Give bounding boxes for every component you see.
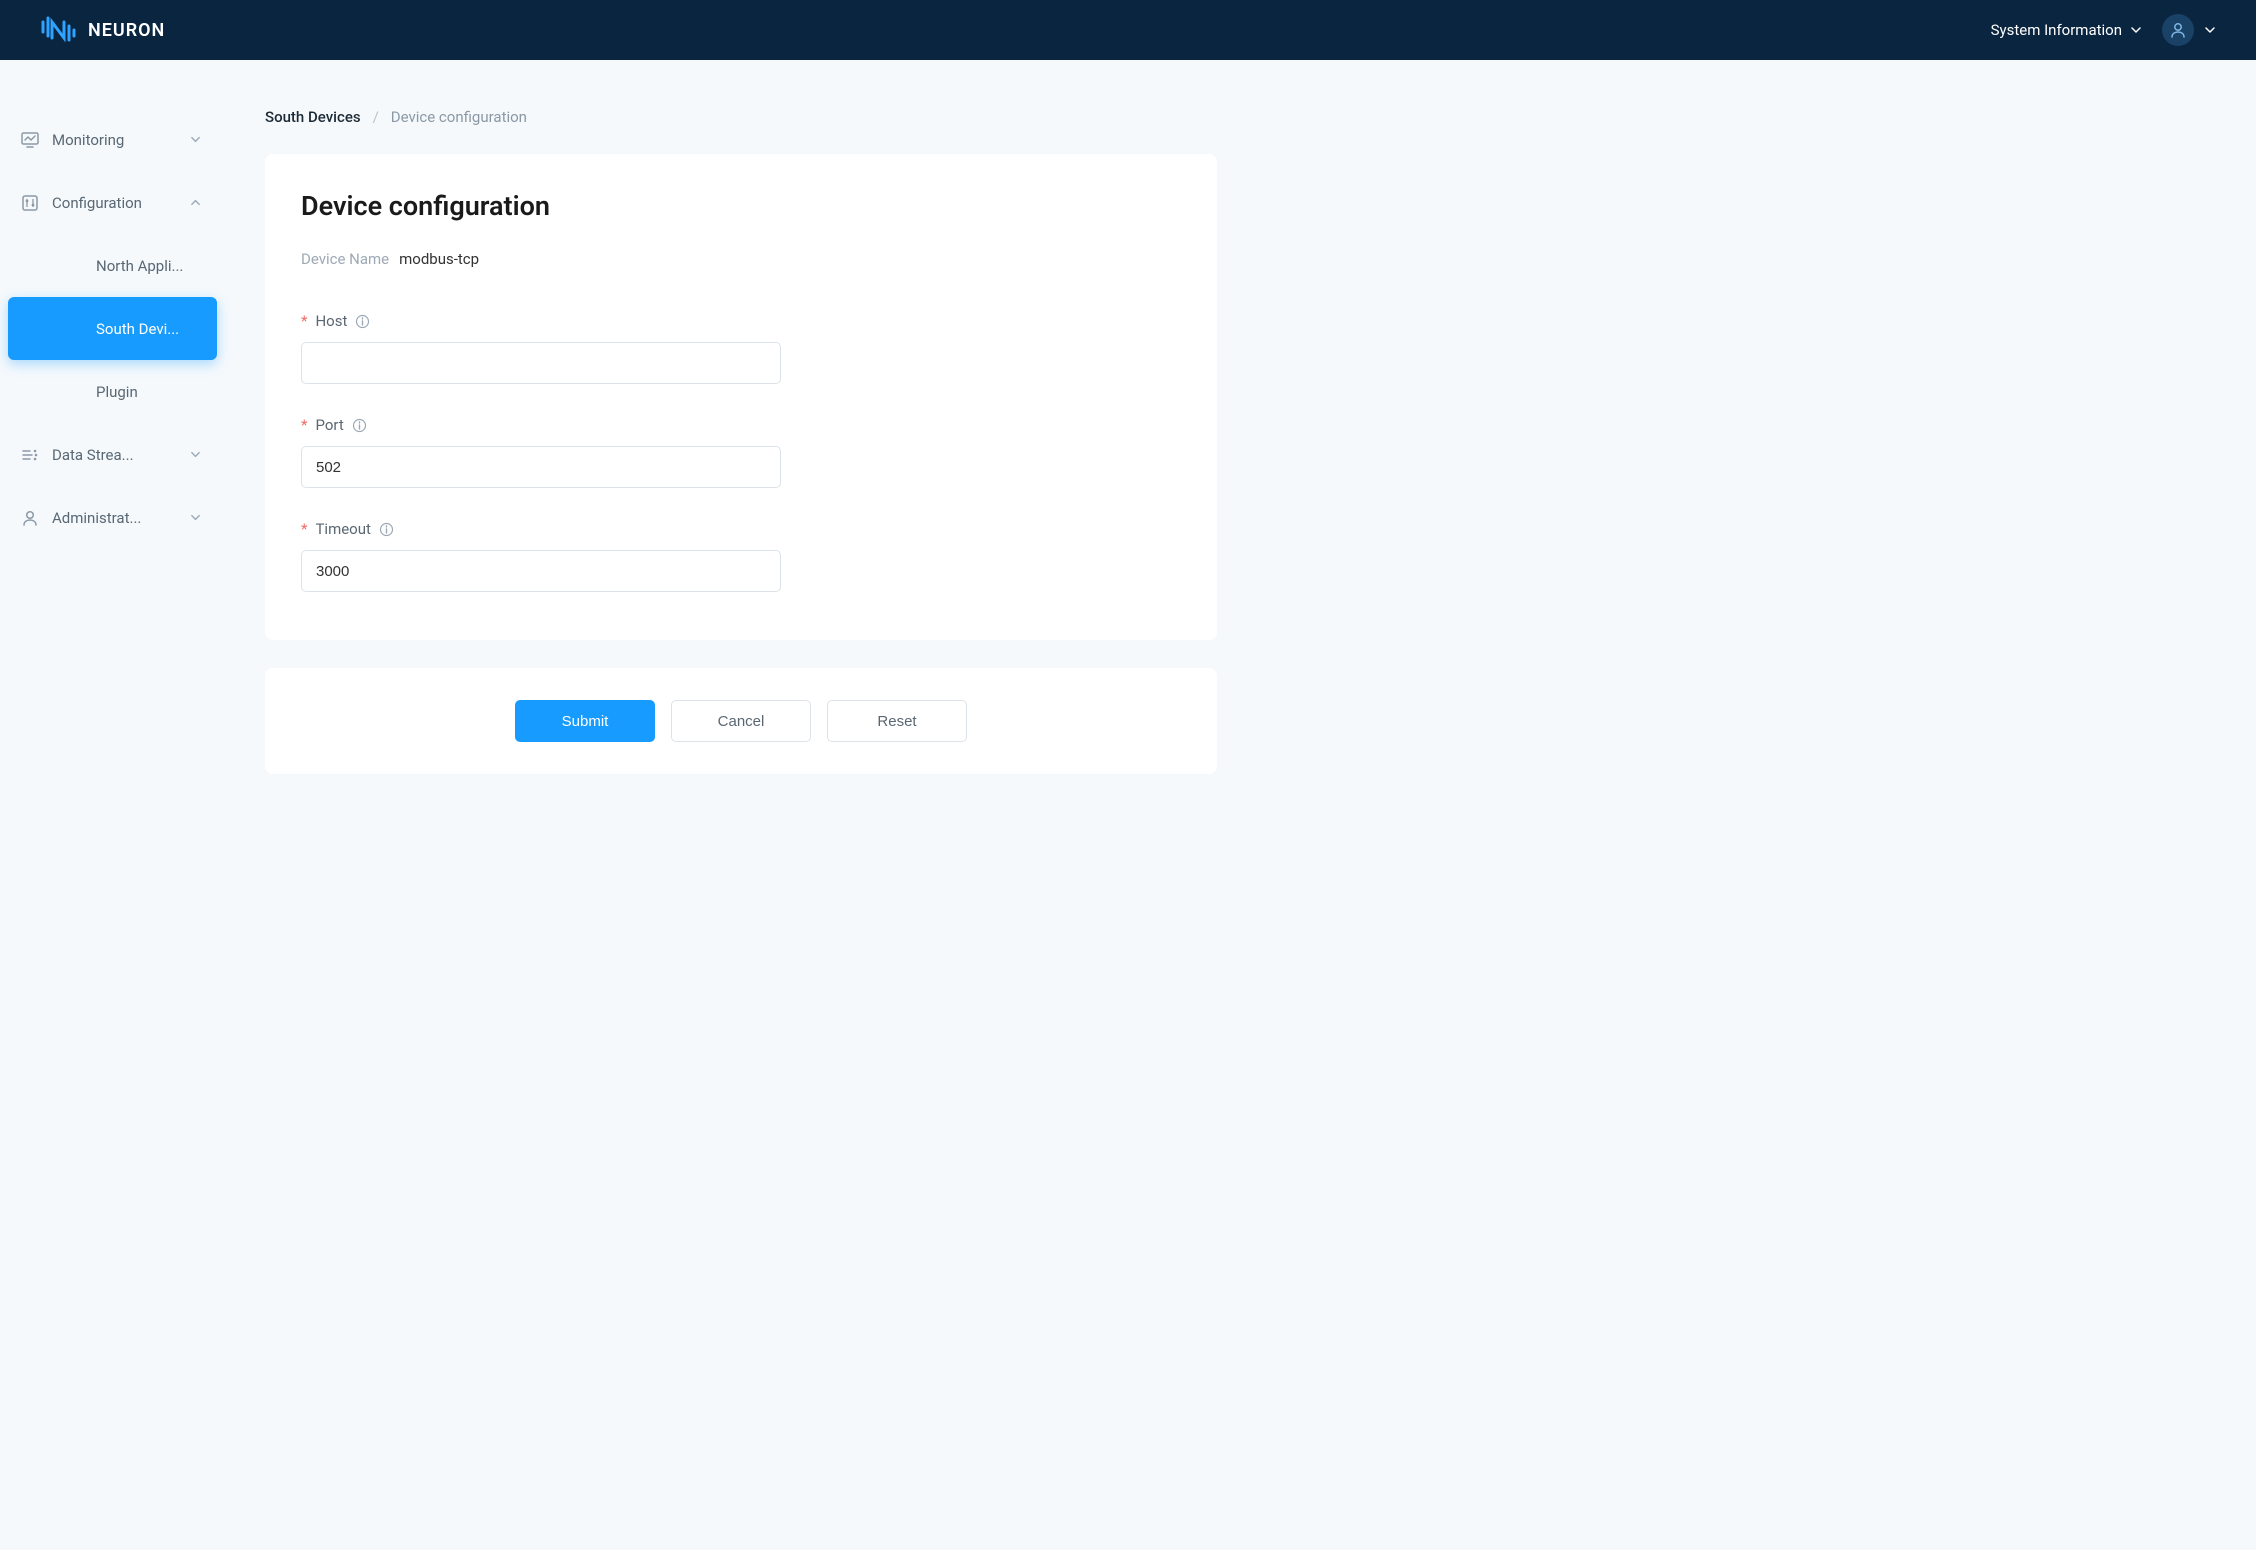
- chevron-down-icon: [190, 512, 201, 523]
- chevron-down-icon: [190, 134, 201, 145]
- logo-icon: [40, 16, 76, 44]
- breadcrumb: South Devices / Device configuration: [265, 108, 1217, 126]
- sidebar-label: Administrat...: [52, 509, 182, 527]
- sidebar-label: North Appli...: [96, 257, 201, 275]
- system-information-label: System Information: [1991, 21, 2122, 39]
- sidebar-item-south-devices[interactable]: South Devi...: [8, 297, 217, 360]
- submit-button[interactable]: Submit: [515, 700, 655, 742]
- chevron-down-icon: [2204, 24, 2216, 36]
- sliders-icon: [20, 193, 40, 213]
- field-port: * Port: [301, 416, 1181, 488]
- timeout-label: Timeout: [315, 520, 370, 538]
- sidebar-item-monitoring[interactable]: Monitoring: [0, 108, 225, 171]
- timeout-input[interactable]: [301, 550, 781, 592]
- user-menu[interactable]: [2162, 14, 2216, 46]
- info-icon[interactable]: [352, 418, 367, 433]
- reset-button[interactable]: Reset: [827, 700, 967, 742]
- required-mark: *: [301, 312, 307, 330]
- app-header: NEURON System Information: [0, 0, 2256, 60]
- info-icon[interactable]: [355, 314, 370, 329]
- device-name-label: Device Name: [301, 250, 389, 268]
- sidebar-item-plugin[interactable]: Plugin: [0, 360, 225, 423]
- chevron-down-icon: [190, 449, 201, 460]
- sidebar-label: Data Strea...: [52, 446, 182, 464]
- host-label: Host: [315, 312, 347, 330]
- sidebar-item-data-stream[interactable]: Data Strea...: [0, 423, 225, 486]
- cancel-button[interactable]: Cancel: [671, 700, 811, 742]
- field-timeout: * Timeout: [301, 520, 1181, 592]
- port-label: Port: [315, 416, 343, 434]
- sidebar-label: Plugin: [96, 383, 201, 401]
- required-mark: *: [301, 520, 307, 538]
- sidebar: Monitoring Configuration North Appli... …: [0, 60, 225, 822]
- field-host: * Host: [301, 312, 1181, 384]
- page-title: Device configuration: [301, 190, 1181, 222]
- chevron-up-icon: [190, 197, 201, 208]
- host-input[interactable]: [301, 342, 781, 384]
- sidebar-label: South Devi...: [96, 320, 193, 338]
- breadcrumb-root[interactable]: South Devices: [265, 108, 361, 126]
- sidebar-label: Configuration: [52, 194, 182, 212]
- sidebar-item-administration[interactable]: Administrat...: [0, 486, 225, 549]
- device-name-row: Device Name modbus-tcp: [301, 250, 1181, 268]
- main-content: South Devices / Device configuration Dev…: [225, 60, 1265, 822]
- user-avatar-icon: [2162, 14, 2194, 46]
- port-input[interactable]: [301, 446, 781, 488]
- user-icon: [20, 508, 40, 528]
- device-name-value: modbus-tcp: [399, 250, 479, 268]
- actions-card: Submit Cancel Reset: [265, 668, 1217, 774]
- sidebar-label: Monitoring: [52, 131, 182, 149]
- brand: NEURON: [40, 16, 165, 44]
- required-mark: *: [301, 416, 307, 434]
- config-card: Device configuration Device Name modbus-…: [265, 154, 1217, 640]
- sidebar-item-configuration[interactable]: Configuration: [0, 171, 225, 234]
- sidebar-item-north-applications[interactable]: North Appli...: [0, 234, 225, 297]
- brand-text: NEURON: [88, 20, 165, 41]
- stream-icon: [20, 445, 40, 465]
- chevron-down-icon: [2130, 24, 2142, 36]
- breadcrumb-current: Device configuration: [391, 108, 527, 126]
- monitor-icon: [20, 130, 40, 150]
- system-information-menu[interactable]: System Information: [1991, 21, 2142, 39]
- breadcrumb-separator: /: [373, 108, 379, 126]
- info-icon[interactable]: [379, 522, 394, 537]
- header-right: System Information: [1991, 14, 2216, 46]
